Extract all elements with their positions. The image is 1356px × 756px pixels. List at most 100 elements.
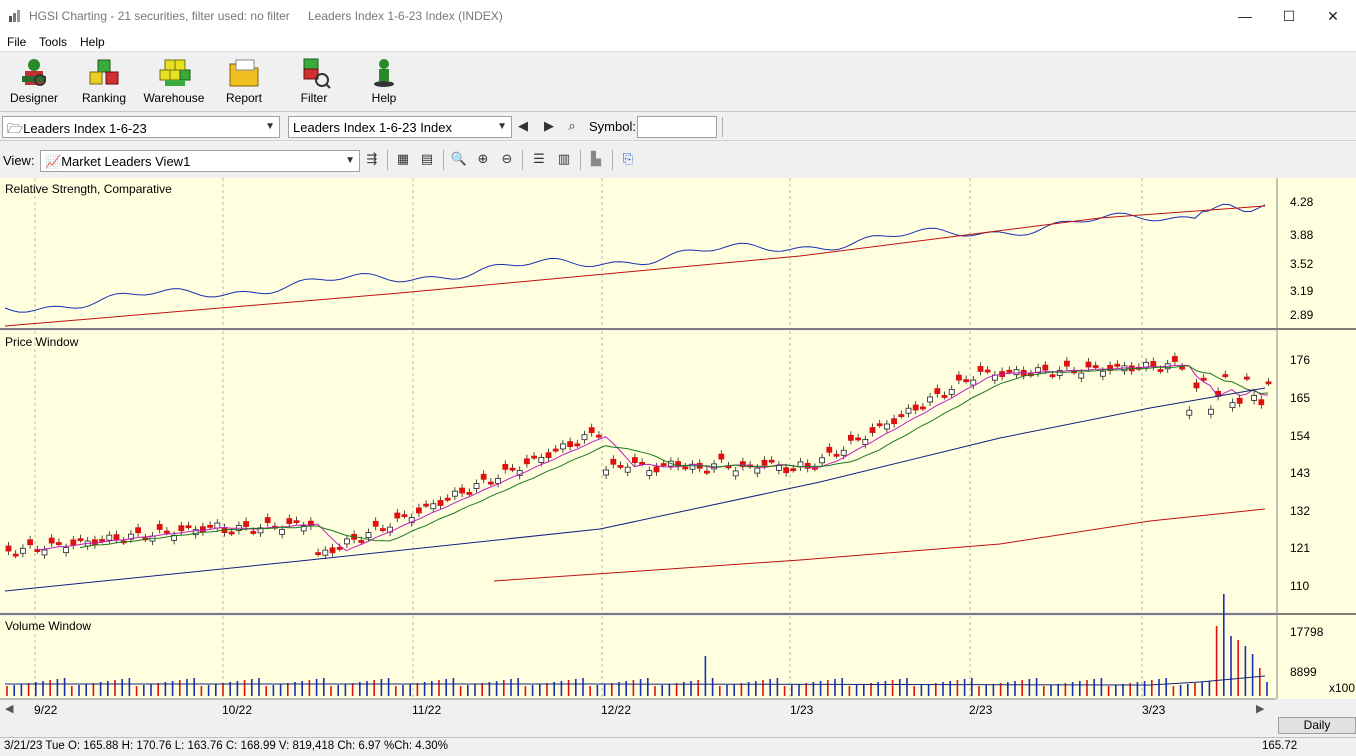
price-tick: 110 [1290, 579, 1310, 593]
candle [473, 483, 480, 489]
zoom-icon[interactable]: 🔍 [450, 150, 468, 168]
chart-type-icon[interactable]: ▙ [587, 150, 605, 168]
menu-bar: File Tools Help [0, 32, 1356, 52]
candle [315, 552, 322, 555]
candle [1006, 369, 1013, 373]
candle [329, 547, 336, 554]
menu-help[interactable]: Help [80, 35, 105, 49]
folder-icon: 🗁 [7, 121, 24, 136]
candle [106, 534, 113, 541]
zoom-in-icon[interactable]: ⊕ [474, 150, 492, 168]
candle [1251, 395, 1257, 401]
volume-tick: 17798 [1290, 625, 1324, 639]
candle [1150, 361, 1157, 367]
warehouse-icon [159, 59, 191, 86]
report-button[interactable]: Report [212, 54, 276, 110]
next-icon[interactable]: ▶ [540, 117, 558, 135]
table-icon[interactable]: ▥ [555, 150, 573, 168]
candle [178, 525, 185, 532]
rs-pane [0, 178, 1277, 328]
separator [722, 117, 723, 137]
symbol-input[interactable] [637, 116, 717, 138]
separator [443, 150, 444, 170]
minimize-button[interactable]: — [1222, 0, 1268, 32]
edit-icon[interactable]: ▤ [418, 150, 436, 168]
candle [790, 468, 797, 472]
candle [869, 427, 876, 433]
candle [207, 524, 214, 528]
candle [92, 539, 98, 546]
view-select[interactable]: 📈Market Leaders View1 ▼ [40, 150, 360, 172]
timeframe-button[interactable]: Daily [1278, 717, 1356, 734]
symbol-label: Symbol: [589, 119, 636, 134]
candle [545, 452, 552, 459]
candle [1229, 402, 1236, 409]
ranking-button[interactable]: Ranking [72, 54, 136, 110]
x-tick: 3/23 [1142, 703, 1166, 717]
price-tick: 176 [1290, 353, 1311, 367]
menu-file[interactable]: File [7, 35, 26, 49]
maximize-button[interactable]: ☐ [1266, 0, 1312, 32]
candle [934, 388, 941, 395]
previous-icon[interactable]: ◀ [514, 117, 532, 135]
candle [718, 453, 725, 460]
candle [1114, 363, 1121, 367]
candle [185, 525, 192, 529]
candle [466, 492, 473, 495]
export-icon[interactable]: ⎘ [619, 150, 637, 168]
price-tick: 143 [1290, 466, 1311, 480]
scroll-right-icon: ▶ [1256, 703, 1265, 715]
candle [855, 437, 861, 441]
candle [480, 473, 487, 480]
view-options-icon[interactable]: ⇶ [363, 150, 381, 168]
candle [1208, 408, 1214, 415]
rs-tick: 3.88 [1290, 228, 1314, 242]
candle [876, 423, 883, 427]
candle [884, 423, 890, 430]
status-bar: 3/21/23 Tue O: 165.88 H: 170.76 L: 163.7… [0, 737, 1356, 756]
volume-tick: 8899 [1290, 665, 1317, 679]
designer-button[interactable]: Designer [2, 54, 66, 110]
chevron-down-icon: ▼ [345, 155, 355, 166]
candle [135, 527, 142, 534]
candle [948, 388, 955, 395]
warehouse-label: Warehouse [143, 91, 205, 105]
candle [423, 503, 430, 507]
bars-icon[interactable]: ☰ [530, 150, 548, 168]
candle [905, 407, 912, 414]
security-select[interactable]: Leaders Index 1-6-23 Index ▼ [288, 116, 512, 138]
candle [358, 540, 365, 543]
candle [617, 465, 624, 468]
filter-button[interactable]: Filter [282, 54, 346, 110]
candle [891, 418, 897, 425]
separator [612, 150, 613, 170]
help-button[interactable]: Help [352, 54, 416, 110]
candle [524, 458, 530, 465]
separator [387, 150, 388, 170]
chart-canvas[interactable]: ◀ ▶ [0, 178, 1356, 737]
x-tick: 9/22 [34, 703, 58, 717]
filter-label: Filter [300, 91, 328, 105]
candle [531, 455, 537, 459]
candle [840, 449, 847, 456]
menu-tools[interactable]: Tools [39, 35, 67, 49]
binoculars-icon[interactable]: ⌕ [563, 117, 581, 135]
close-button[interactable]: ✕ [1310, 0, 1356, 32]
window-subtitle: Leaders Index 1-6-23 Index (INDEX) [308, 9, 503, 23]
x-tick: 11/22 [412, 703, 442, 717]
zoom-out-icon[interactable]: ⊖ [498, 150, 516, 168]
candle [1042, 364, 1049, 371]
properties-icon[interactable]: ▦ [394, 150, 412, 168]
candle [401, 514, 408, 518]
list-select[interactable]: 🗁Leaders Index 1-6-23 ▼ [2, 116, 280, 138]
candle [243, 521, 250, 527]
status-text: 3/21/23 Tue O: 165.88 H: 170.76 L: 163.7… [4, 740, 448, 752]
candle [1013, 369, 1020, 376]
candle [912, 404, 919, 411]
candle [12, 553, 19, 557]
candle [898, 414, 905, 417]
price-pane-title: Price Window [5, 335, 79, 349]
candle [293, 520, 300, 524]
warehouse-button[interactable]: Warehouse [142, 54, 206, 110]
candle [920, 406, 926, 410]
